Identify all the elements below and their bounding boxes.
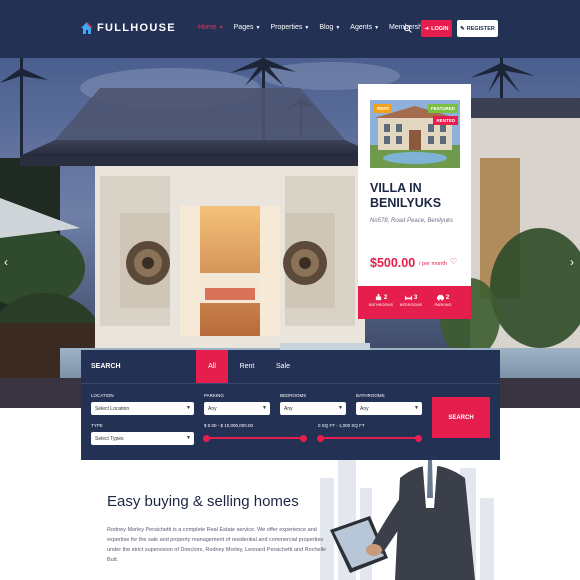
area-range-max-handle[interactable] — [415, 435, 422, 442]
about-description: Rodney Morley Persichetti is a complete … — [107, 527, 327, 563]
search-button[interactable]: SEARCH — [432, 397, 490, 438]
house-logo-icon — [81, 22, 93, 34]
register-label: REGISTER — [466, 25, 495, 32]
bathrooms-label: BATHROOMS — [368, 303, 394, 307]
featured-badge: FEATURED — [427, 104, 458, 113]
chevron-down-icon: ▼ — [335, 24, 341, 31]
slider-prev-arrow[interactable]: ‹ — [4, 255, 14, 269]
price-range-min-handle[interactable] — [203, 435, 210, 442]
nav-item-home[interactable]: Home ▼ — [198, 24, 224, 31]
bedrooms-field-label: BEDROOMS — [280, 393, 307, 398]
price-range-track[interactable] — [206, 437, 304, 439]
bedrooms-select[interactable]: Any ▼ — [280, 402, 346, 415]
chevron-down-icon: ▼ — [255, 24, 261, 31]
bed-icon — [404, 295, 412, 301]
property-features-bar: 2 BATHROOMS 3 BEDROOMS 2 PARKING — [358, 286, 471, 319]
location-label: LOCATION — [91, 393, 114, 398]
parking-field-label: PARKING — [204, 393, 224, 398]
tab-all-label: All — [208, 363, 216, 370]
location-value: Select Location — [95, 405, 130, 412]
tab-rent[interactable]: Rent — [231, 350, 263, 383]
tab-rent-label: Rent — [239, 363, 255, 370]
search-heading: SEARCH — [91, 363, 121, 370]
parking-select[interactable]: Any ▼ — [204, 402, 270, 415]
favorite-heart-icon[interactable]: ♡ — [450, 257, 457, 266]
feature-bathrooms: 2 BATHROOMS — [366, 294, 396, 307]
login-icon: ➜ — [424, 25, 430, 32]
property-title[interactable]: VILLA IN BENILYUKS — [370, 181, 465, 211]
rented-badge: RENTED — [433, 116, 458, 125]
feature-parking: 2 PARKING — [428, 294, 458, 307]
type-select[interactable]: Select Types ▼ — [91, 432, 194, 445]
about-title: Easy buying & selling homes — [107, 493, 299, 510]
nav-label-agents: Agents — [350, 24, 373, 31]
nav-item-blog[interactable]: Blog ▼ — [319, 24, 340, 31]
pencil-icon: ✎ — [460, 25, 465, 32]
property-price: $500.00 — [370, 256, 416, 270]
bathrooms-field-label: BATHROOMS — [356, 393, 385, 398]
slider-next-arrow[interactable]: › — [570, 255, 580, 269]
bedrooms-count: 3 — [413, 294, 418, 301]
main-nav: Home ▼ Pages ▼ Properties ▼ Blog ▼ Agents ▼ M… — [198, 24, 438, 31]
nav-label-home: Home — [198, 24, 217, 31]
chevron-down-icon: ▼ — [186, 435, 191, 441]
chevron-down-icon: ▼ — [186, 405, 191, 411]
tab-sale-label: Sale — [275, 363, 290, 370]
bedrooms-label: BEDROOMS — [399, 303, 423, 307]
bedrooms-value: Any — [284, 405, 293, 412]
parking-value: Any — [208, 405, 217, 412]
nav-item-pages[interactable]: Pages ▼ — [234, 24, 261, 31]
chevron-down-icon: ▼ — [304, 24, 310, 31]
parking-count: 2 — [445, 294, 450, 301]
logo[interactable]: FULLHOUSE — [80, 21, 176, 35]
nav-label-properties: Properties — [270, 24, 303, 31]
property-search-panel: SEARCH All Rent Sale LOCATION Select Loc… — [81, 350, 500, 460]
chevron-down-icon: ▼ — [338, 405, 343, 411]
login-button[interactable]: ➜ LOGIN — [421, 20, 452, 37]
logo-text: FULLHOUSE — [97, 22, 176, 34]
property-card[interactable]: RENT FEATURED RENTED VILLA IN BENILYUKS … — [358, 84, 471, 319]
property-address: No578, Road Peace, Benilyuks — [370, 218, 454, 224]
bathrooms-count: 2 — [383, 294, 388, 301]
tab-sale[interactable]: Sale — [267, 350, 299, 383]
bathrooms-value: Any — [360, 405, 369, 412]
search-icon[interactable] — [403, 24, 413, 34]
area-range-text: 0 SQ FT - 1,000 SQ FT — [318, 423, 365, 428]
area-range-track[interactable] — [320, 437, 418, 439]
price-range-text: $ 0.00 - $ 10,000,000.00 — [204, 423, 254, 428]
nav-item-properties[interactable]: Properties ▼ — [270, 24, 309, 31]
bathrooms-select[interactable]: Any ▼ — [356, 402, 422, 415]
price-range-max-handle[interactable] — [300, 435, 307, 442]
property-thumbnail[interactable]: RENT FEATURED RENTED — [370, 100, 460, 168]
nav-item-agents[interactable]: Agents ▼ — [350, 24, 379, 31]
chevron-down-icon: ▼ — [414, 405, 419, 411]
car-icon — [436, 294, 444, 301]
parking-label: PARKING — [434, 303, 452, 307]
tabs-divider — [81, 383, 500, 384]
price-period: / per month — [419, 261, 447, 267]
chevron-down-icon: ▼ — [218, 24, 224, 31]
nav-label-blog: Blog — [319, 24, 334, 31]
chevron-down-icon: ▼ — [374, 24, 380, 31]
tab-all[interactable]: All — [196, 350, 228, 383]
location-select[interactable]: Select Location ▼ — [91, 402, 194, 415]
register-button[interactable]: ✎ REGISTER — [457, 20, 498, 37]
area-range-min-handle[interactable] — [317, 435, 324, 442]
chevron-down-icon: ▼ — [262, 405, 267, 411]
type-label: TYPE — [91, 423, 103, 428]
feature-bedrooms: 3 BEDROOMS — [396, 294, 426, 307]
nav-label-pages: Pages — [233, 24, 254, 31]
top-header: FULLHOUSE Home ▼ Pages ▼ Properties ▼ Blog ▼… — [0, 0, 580, 58]
rent-badge: RENT — [374, 104, 393, 113]
type-value: Select Types — [95, 435, 124, 442]
login-label: LOGIN — [431, 25, 449, 32]
bath-icon — [375, 294, 381, 301]
